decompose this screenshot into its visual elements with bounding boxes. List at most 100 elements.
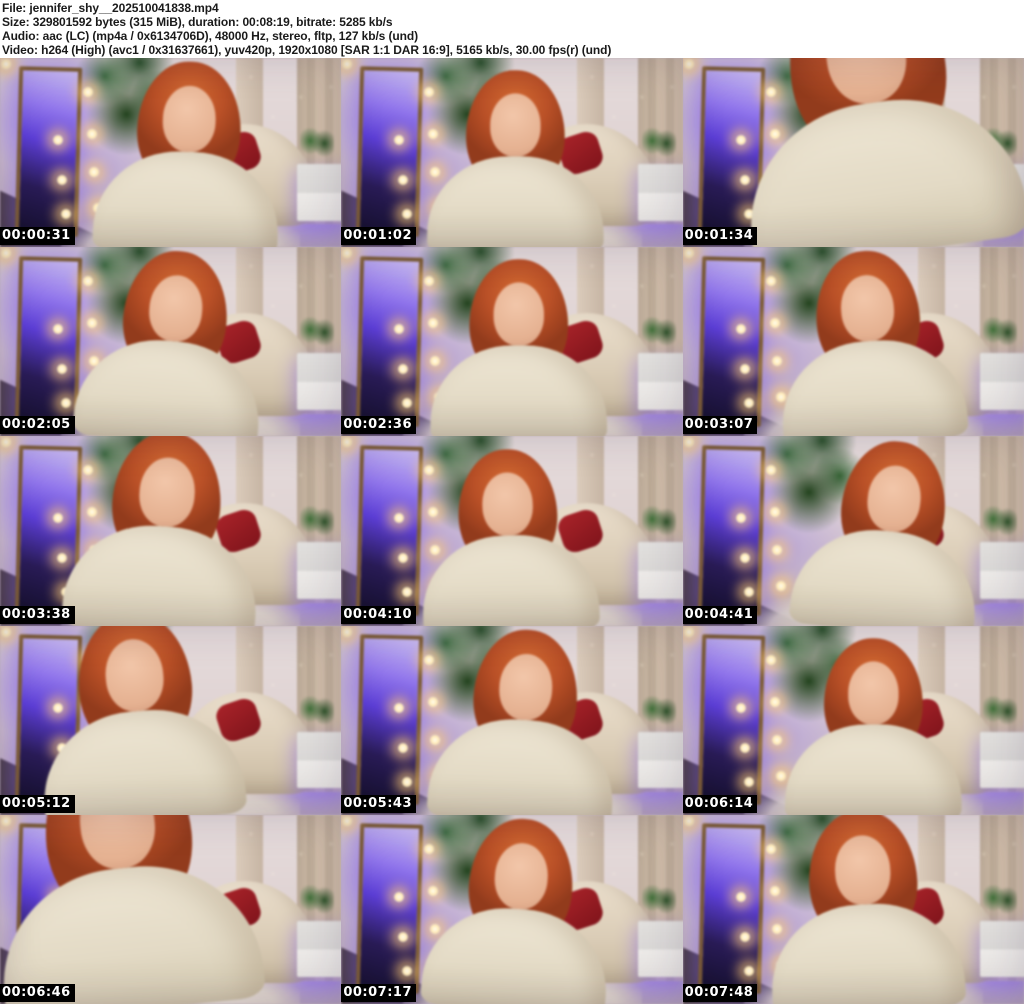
timestamp-badge: 00:04:41 bbox=[682, 605, 758, 624]
light-bulb bbox=[774, 580, 787, 593]
light-bulb bbox=[682, 625, 695, 638]
standing-mirror bbox=[356, 255, 424, 427]
drawer-unit bbox=[638, 920, 683, 978]
light-bulb bbox=[734, 701, 747, 714]
frame-scene bbox=[341, 58, 683, 248]
timestamp-badge: 00:05:12 bbox=[0, 794, 75, 813]
light-bulb bbox=[734, 890, 747, 903]
side-plant bbox=[983, 695, 1018, 728]
light-bulb bbox=[682, 247, 695, 260]
light-bulb bbox=[770, 544, 783, 557]
sweater-shape bbox=[777, 334, 970, 437]
timestamp-badge: 00:07:17 bbox=[341, 983, 416, 1002]
light-bulb bbox=[60, 208, 72, 220]
video-frame-cell: 00:07:17 bbox=[341, 814, 683, 1004]
light-bulb bbox=[742, 586, 755, 599]
light-bulb bbox=[770, 733, 783, 746]
video-frame-cell: 00:04:10 bbox=[341, 436, 683, 626]
light-bulb bbox=[56, 174, 68, 186]
frame-scene bbox=[341, 247, 683, 437]
side-plant bbox=[641, 127, 676, 161]
person-silhouette bbox=[0, 814, 269, 1004]
file-name-line: File: jennifer_shy__202510041838.mp4 bbox=[2, 1, 219, 15]
drawer-unit bbox=[638, 163, 683, 221]
video-frame-cell: 00:07:48 bbox=[682, 814, 1024, 1004]
sweater-shape bbox=[91, 148, 281, 248]
timestamp-badge: 00:01:34 bbox=[682, 227, 758, 246]
frame-scene bbox=[0, 814, 342, 1004]
sweater-shape bbox=[735, 83, 1024, 248]
timestamp-badge: 00:03:07 bbox=[682, 416, 758, 435]
sweater-shape bbox=[788, 521, 984, 626]
timestamp-badge: 00:01:02 bbox=[341, 227, 416, 246]
face-shape bbox=[848, 661, 899, 725]
sweater-shape bbox=[768, 899, 967, 1004]
timestamp-badge: 00:06:14 bbox=[682, 794, 758, 813]
person-silhouette bbox=[70, 247, 275, 437]
sweater-shape bbox=[430, 345, 607, 437]
frame-scene bbox=[341, 436, 683, 626]
side-plant bbox=[641, 317, 676, 350]
light-bulb bbox=[397, 930, 410, 943]
sweater-shape bbox=[60, 519, 261, 626]
light-bulb bbox=[393, 701, 406, 714]
light-bulb bbox=[393, 890, 406, 903]
video-frame-cell: 00:00:31 bbox=[0, 58, 342, 248]
sweater-shape bbox=[785, 724, 962, 815]
video-frame-cell: 00:03:07 bbox=[682, 247, 1024, 437]
drawer-unit bbox=[296, 542, 342, 600]
timestamp-badge: 00:00:31 bbox=[0, 227, 75, 246]
standing-mirror bbox=[356, 445, 424, 616]
frame-scene bbox=[341, 625, 683, 815]
light-bulb bbox=[0, 58, 12, 70]
standing-mirror bbox=[356, 66, 424, 238]
frame-scene bbox=[682, 625, 1024, 815]
light-bulb bbox=[397, 741, 410, 754]
video-frame-cell: 00:02:36 bbox=[341, 247, 683, 437]
frame-scene bbox=[341, 814, 683, 1004]
light-bulb bbox=[764, 464, 777, 477]
sweater-shape bbox=[427, 156, 604, 248]
video-frame-cell: 00:03:38 bbox=[0, 436, 342, 626]
light-bulb bbox=[682, 58, 695, 70]
frame-scene bbox=[0, 625, 342, 815]
frame-scene bbox=[0, 58, 342, 248]
frame-scene bbox=[0, 247, 342, 437]
light-bulb bbox=[738, 552, 751, 565]
light-bulb bbox=[0, 625, 12, 638]
drawer-unit bbox=[638, 353, 683, 410]
video-frame-cell: 00:01:02 bbox=[341, 58, 683, 248]
light-bulb bbox=[682, 436, 695, 449]
person-silhouette bbox=[424, 626, 623, 815]
face-shape bbox=[490, 93, 541, 157]
drawer-unit bbox=[296, 163, 342, 221]
sweater-shape bbox=[420, 531, 601, 626]
video-frame-cell: 00:01:34 bbox=[682, 58, 1024, 248]
video-frame-cell: 00:02:05 bbox=[0, 247, 342, 437]
standing-mirror bbox=[14, 66, 82, 238]
person-silhouette bbox=[783, 636, 964, 815]
face-shape bbox=[493, 282, 544, 346]
person-silhouette bbox=[761, 814, 969, 1004]
light-bulb bbox=[734, 323, 747, 336]
sweater-shape bbox=[71, 333, 265, 437]
light-bulb bbox=[768, 506, 781, 519]
side-plant bbox=[641, 884, 676, 917]
drawer-unit bbox=[296, 731, 342, 789]
sweater-shape bbox=[419, 902, 612, 1004]
light-bulb bbox=[738, 930, 751, 943]
video-frame-cell: 00:05:12 bbox=[0, 625, 342, 815]
light-bulb bbox=[401, 775, 414, 788]
file-metadata-header: File: jennifer_shy__202510041838.mp4 Siz… bbox=[0, 0, 1024, 58]
light-bulb bbox=[52, 134, 64, 146]
frame-scene bbox=[682, 247, 1024, 437]
light-bulb bbox=[341, 814, 354, 827]
audio-info-line: Audio: aac (LC) (mp4a / 0x6134706D), 480… bbox=[2, 29, 418, 43]
frame-scene bbox=[682, 436, 1024, 626]
light-bulb bbox=[341, 625, 354, 638]
light-bulb bbox=[742, 964, 755, 977]
light-bulb bbox=[401, 964, 414, 977]
face-shape bbox=[161, 85, 217, 153]
side-plant bbox=[641, 506, 676, 539]
file-size-line: Size: 329801592 bytes (315 MiB), duratio… bbox=[2, 15, 393, 29]
